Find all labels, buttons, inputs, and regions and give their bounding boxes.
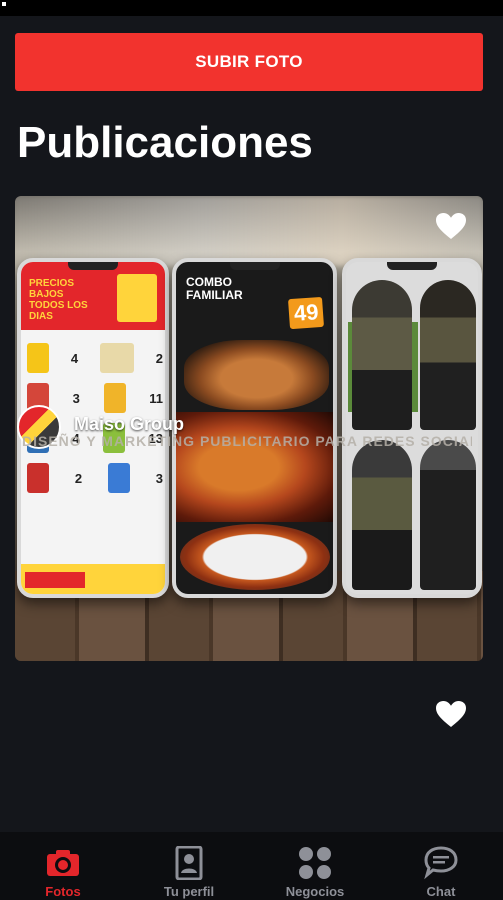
flyer-row: 2 3 xyxy=(27,458,163,498)
phone-mockup-food: COMBO FAMILIAR 49 xyxy=(172,258,337,598)
flyer-headline: PRECIOS BAJOS TODOS LOS DIAS xyxy=(29,278,88,322)
product-image xyxy=(99,343,134,373)
post-author-name[interactable]: Maiso Group xyxy=(74,414,184,435)
grid-icon xyxy=(297,846,333,880)
nav-label: Negocios xyxy=(285,884,345,899)
product-image xyxy=(107,463,130,493)
bottom-navigation: Fotos Tu perfil Negocios Chat xyxy=(0,832,503,900)
product-image xyxy=(27,463,49,493)
roast-chicken-image xyxy=(184,340,329,410)
post-background-blur xyxy=(15,196,483,266)
phone-mockup-fashion xyxy=(342,258,482,598)
like-heart-icon[interactable] xyxy=(435,212,467,240)
phone-notch xyxy=(387,262,437,270)
product-image xyxy=(27,343,49,373)
nav-label: Tu perfil xyxy=(163,884,215,899)
flyer-price-badge: 49 xyxy=(287,296,325,330)
flyer-row: 4 2 xyxy=(27,338,163,378)
fashion-model-image xyxy=(352,280,412,430)
product-price: 3 xyxy=(155,470,163,486)
phone-notch xyxy=(68,262,118,270)
product-price: 2 xyxy=(155,350,163,366)
flyer-footer-badge xyxy=(25,572,85,588)
nav-label: Chat xyxy=(426,884,456,899)
nav-item-negocios[interactable]: Negocios xyxy=(252,832,378,900)
fashion-model-image xyxy=(352,440,412,590)
nav-label: Fotos xyxy=(45,884,81,899)
like-heart-icon[interactable] xyxy=(435,700,467,728)
product-price: 11 xyxy=(149,390,163,406)
product-price: 4 xyxy=(70,350,79,366)
chat-icon xyxy=(423,846,459,880)
status-indicator xyxy=(2,2,6,6)
camera-icon xyxy=(45,846,81,880)
page-title: Publicaciones xyxy=(17,118,313,167)
nav-item-fotos[interactable]: Fotos xyxy=(0,832,126,900)
fashion-model-image xyxy=(420,280,476,430)
nav-item-chat[interactable]: Chat xyxy=(378,832,503,900)
nav-item-tu-perfil[interactable]: Tu perfil xyxy=(126,832,252,900)
profile-icon xyxy=(171,846,207,880)
product-price: 2 xyxy=(74,470,83,486)
post-caption: DISEÑO Y MARKETING PUBLICITARIO PARA RED… xyxy=(22,433,472,449)
upload-photo-button[interactable]: SUBIR FOTO xyxy=(15,33,483,91)
fashion-boots-image xyxy=(420,440,476,590)
phone-notch xyxy=(229,262,280,270)
status-bar xyxy=(0,0,503,16)
product-image xyxy=(103,383,126,413)
product-price: 3 xyxy=(72,390,80,406)
flyer-product-pack xyxy=(117,274,157,322)
flyer-title: COMBO FAMILIAR xyxy=(186,275,243,302)
grill-fire-image xyxy=(176,412,333,522)
meal-plate-image xyxy=(180,524,330,590)
